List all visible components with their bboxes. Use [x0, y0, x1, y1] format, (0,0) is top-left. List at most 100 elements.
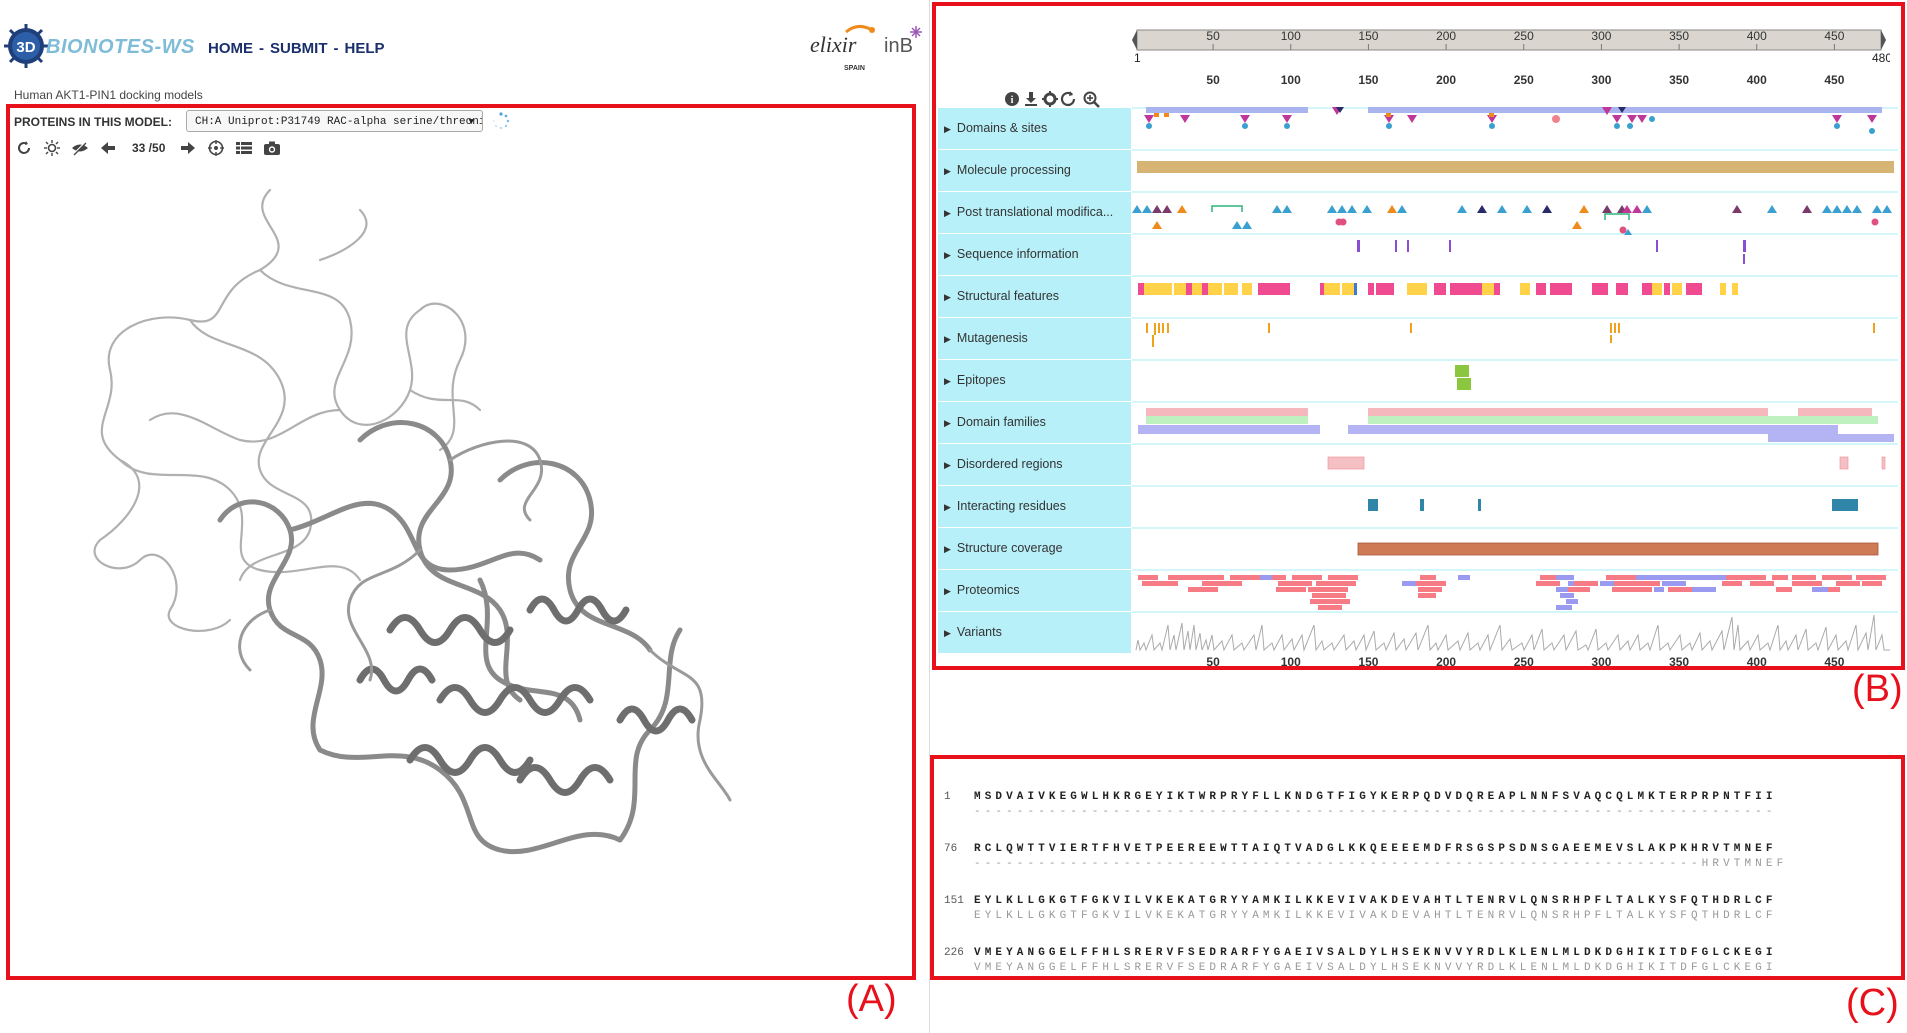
- track-label-structural-features[interactable]: ▶ Structural features: [938, 276, 1131, 317]
- scale-tick-label: 450: [1824, 73, 1844, 87]
- expand-triangle-icon: ▶: [944, 418, 951, 428]
- ruler-tick-label: 50: [1206, 29, 1220, 43]
- bottom-axis: 50 100 150 200 250 300 350 400 450: [1206, 655, 1844, 669]
- expand-triangle-icon: ▶: [944, 334, 951, 344]
- sequence-query-line[interactable]: MSDVAIVKEGWLHKRGEYIKTWRPRYFLLKNDGTFIGYKE…: [974, 791, 1777, 803]
- expand-triangle-icon: ▶: [944, 586, 951, 596]
- sequence-structure-line: EYLKLLGKGTFGKVILVKEKATGRYYAMKILKKEVIVAKD…: [974, 910, 1777, 922]
- reset-icon[interactable]: [14, 138, 34, 158]
- track-label-interacting-residues[interactable]: ▶ Interacting residues: [938, 486, 1131, 527]
- track-label-structure-coverage[interactable]: ▶ Structure coverage: [938, 528, 1131, 569]
- page-subtitle: Human AKT1-PIN1 docking models: [14, 88, 203, 102]
- track-label-domains-sites[interactable]: ▶ Domains & sites: [938, 108, 1131, 149]
- disordered-features[interactable]: [1327, 456, 1886, 470]
- nav-submit-link[interactable]: SUBMIT: [270, 40, 328, 57]
- ruler-tick-label: 150: [1358, 29, 1378, 43]
- scale-tick-label: 200: [1436, 73, 1456, 87]
- loading-spinner-icon: [493, 112, 510, 130]
- sequence-query-line[interactable]: VMEYANGGELFFHLSRERVFSEDRARFYGAEIVSALDYLH…: [974, 947, 1777, 959]
- track-label-sequence-information[interactable]: ▶ Sequence information: [938, 234, 1131, 275]
- sequence-info-features[interactable]: [1357, 240, 1746, 264]
- scale-tick-label: 250: [1514, 73, 1534, 87]
- bottom-tick-label: 50: [1206, 655, 1220, 669]
- protein-select-value: CH:A Uniprot:P31749 RAC-alpha serine/thr…: [195, 116, 483, 128]
- scale-tick-label: 50: [1206, 73, 1220, 87]
- track-label-text: Domains & sites: [956, 121, 1048, 135]
- elixir-logo-text: elixir: [810, 32, 857, 57]
- panel-label-a: (A): [846, 978, 897, 1020]
- expand-triangle-icon: ▶: [944, 166, 951, 176]
- proteomics-features[interactable]: [1138, 575, 1886, 610]
- scale-tick-label: 350: [1669, 73, 1689, 87]
- track-label-proteomics[interactable]: ▶ Proteomics: [938, 570, 1131, 611]
- mutagenesis-features[interactable]: [1146, 323, 1875, 347]
- track-label-text: Domain families: [956, 415, 1046, 429]
- scale-tick-label: 100: [1281, 73, 1301, 87]
- expand-triangle-icon: ▶: [944, 460, 951, 470]
- download-icon[interactable]: [1025, 92, 1037, 106]
- track-label-molecule-processing[interactable]: ▶ Molecule processing: [938, 150, 1131, 191]
- epitope-features[interactable]: [1455, 365, 1471, 390]
- domain-family-features[interactable]: [1138, 408, 1894, 442]
- track-label-text: Interacting residues: [956, 499, 1067, 513]
- sequence-query-line[interactable]: EYLKLLGKGTFGKVILVKEKATGRYYAMKILKKEVIVAKD…: [974, 895, 1777, 907]
- chain-feature[interactable]: [1137, 161, 1894, 173]
- expand-triangle-icon: ▶: [944, 628, 951, 638]
- ruler-right-handle-icon[interactable]: [1881, 30, 1886, 50]
- refresh-icon[interactable]: [1060, 91, 1076, 107]
- bottom-tick-label: 450: [1824, 655, 1844, 669]
- bottom-tick-label: 300: [1591, 655, 1611, 669]
- track-label-epitopes[interactable]: ▶ Epitopes: [938, 360, 1131, 401]
- domains-sites-features[interactable]: [1144, 107, 1882, 134]
- expand-triangle-icon: ▶: [944, 250, 951, 260]
- track-separators: [1132, 107, 1898, 613]
- sequence-row-number: 226: [944, 947, 964, 959]
- ruler-bar: [1136, 29, 1882, 51]
- center-icon[interactable]: [206, 138, 226, 158]
- track-label-text: Structural features: [956, 289, 1060, 303]
- ruler-left-handle-icon[interactable]: [1132, 30, 1137, 50]
- next-icon[interactable]: [178, 138, 198, 158]
- feature-ruler[interactable]: 1 480 50 50 100 100 150 150 200 200 250 250 300 300…: [1130, 22, 1890, 92]
- bionotes-logo-icon: 3D: [4, 24, 48, 68]
- ruler-tick-label: 350: [1669, 29, 1689, 43]
- structural-features[interactable]: [1138, 283, 1738, 295]
- nav-separator: -: [333, 40, 339, 57]
- sequence-structure-line: VMEYANGGELFFHLSRERVFSEDRARFYGAEIVSALDYLH…: [974, 962, 1777, 974]
- track-label-disordered-regions[interactable]: ▶ Disordered regions: [938, 444, 1131, 485]
- nav-home-link[interactable]: HOME: [208, 40, 253, 57]
- light-icon[interactable]: [42, 138, 62, 158]
- bottom-tick-label: 150: [1358, 655, 1378, 669]
- spain-logo-text: SPAIN: [844, 65, 865, 72]
- track-label-mutagenesis[interactable]: ▶ Mutagenesis: [938, 318, 1131, 359]
- info-icon[interactable]: i: [1005, 92, 1019, 106]
- bottom-tick-label: 200: [1436, 655, 1456, 669]
- eye-hide-icon[interactable]: [70, 138, 90, 158]
- elixir-inb-logo: elixir SPAIN inB: [810, 25, 922, 72]
- track-label-text: Molecule processing: [956, 163, 1071, 177]
- zoom-icon[interactable]: [1083, 91, 1100, 108]
- molecule-3d-viewer[interactable]: [60, 160, 820, 960]
- track-label-variants[interactable]: ▶ Variants: [938, 612, 1131, 653]
- feature-tools: i: [1005, 91, 1100, 108]
- variants-histogram[interactable]: [1135, 614, 1890, 652]
- expand-triangle-icon: ▶: [944, 502, 951, 512]
- protein-select[interactable]: CH:A Uniprot:P31749 RAC-alpha serine/thr…: [186, 110, 483, 132]
- feature-tracks[interactable]: [1132, 105, 1898, 665]
- expand-triangle-icon: ▶: [944, 124, 951, 134]
- list-icon[interactable]: [234, 138, 254, 158]
- track-label-domain-families[interactable]: ▶ Domain families: [938, 402, 1131, 443]
- track-label-text: Mutagenesis: [956, 331, 1028, 345]
- structure-coverage-bar[interactable]: [1357, 542, 1879, 556]
- settings-icon[interactable]: [1042, 91, 1058, 107]
- ruler-tick-label: 450: [1824, 29, 1844, 43]
- camera-icon[interactable]: [262, 138, 282, 158]
- ptm-features[interactable]: [1132, 205, 1892, 235]
- track-label-ptm[interactable]: ▶ Post translational modifica...: [938, 192, 1131, 233]
- panel-label-b: (B): [1852, 668, 1903, 710]
- sequence-query-line[interactable]: RCLQWTTVIERTFHVETPEEREEWTTAIQTVADGLKKQEE…: [974, 843, 1777, 855]
- interacting-residue-features[interactable]: [1368, 499, 1858, 511]
- previous-icon[interactable]: [98, 138, 118, 158]
- nav-help-link[interactable]: HELP: [345, 40, 385, 57]
- expand-triangle-icon: ▶: [944, 376, 951, 386]
